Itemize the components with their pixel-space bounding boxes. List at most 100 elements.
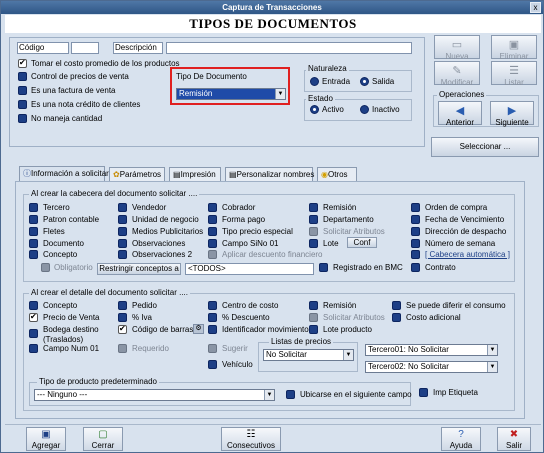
campo-sino-checkbox[interactable]	[208, 239, 217, 248]
entrada-radio[interactable]	[310, 77, 319, 86]
tipo-precio-checkbox[interactable]	[208, 227, 217, 236]
numero-semana-checkbox[interactable]	[411, 239, 420, 248]
descripcion-input[interactable]	[166, 42, 412, 54]
concepto-label: Concepto	[43, 250, 78, 259]
concepto-checkbox[interactable]	[29, 250, 38, 259]
window-close-button[interactable]: x	[530, 2, 541, 13]
consecutivos-button[interactable]: ☷ Consecutivos	[221, 427, 281, 451]
salir-button[interactable]: ✖ Salir	[497, 427, 531, 451]
contrato-checkbox[interactable]	[411, 263, 420, 272]
lote-label: Lote	[323, 239, 339, 248]
chevron-down-icon[interactable]: ▼	[275, 89, 285, 99]
contrato-label: Contrato	[425, 263, 456, 272]
remision-checkbox[interactable]	[309, 203, 318, 212]
precio-venta-checkbox[interactable]	[29, 312, 38, 322]
ubicarse-checkbox[interactable]	[286, 390, 295, 399]
tab-impresion[interactable]: ▤Impresión	[169, 167, 221, 181]
tomar-costo-checkbox[interactable]	[18, 58, 27, 68]
direccion-despacho-checkbox[interactable]	[411, 227, 420, 236]
cobrador-checkbox[interactable]	[208, 203, 217, 212]
no-cantidad-checkbox[interactable]	[18, 114, 27, 123]
solicitar-atributos-label: Solicitar Atributos	[323, 227, 385, 236]
tercero01-select[interactable]: Tercero01: No Solicitar ▼	[365, 344, 498, 356]
es-nota-checkbox[interactable]	[18, 100, 27, 109]
campo-num-checkbox[interactable]	[29, 344, 38, 353]
fecha-vencimiento-checkbox[interactable]	[411, 215, 420, 224]
conf-button[interactable]: Conf	[347, 237, 377, 248]
bodega-destino-checkbox[interactable]	[29, 329, 38, 338]
lote-producto-checkbox[interactable]	[309, 325, 318, 334]
tab-informacion[interactable]: ⓘInformación a solicitar	[19, 166, 109, 181]
diferir-consumo-checkbox[interactable]	[392, 301, 401, 310]
chevron-down-icon[interactable]: ▼	[487, 345, 497, 355]
patron-contable-checkbox[interactable]	[29, 215, 38, 224]
chevron-down-icon[interactable]: ▼	[343, 350, 353, 360]
registrado-bmc-checkbox[interactable]	[319, 263, 328, 272]
siguiente-button[interactable]: ▶ Siguiente	[490, 101, 534, 127]
det-remision-checkbox[interactable]	[309, 301, 318, 310]
det-concepto-checkbox[interactable]	[29, 301, 38, 310]
anterior-button[interactable]: ◀ Anterior	[438, 101, 482, 127]
tab-otros[interactable]: ◉Otros	[317, 167, 357, 181]
documento-checkbox[interactable]	[29, 239, 38, 248]
tercero02-select[interactable]: Tercero02: No Solicitar ▼	[365, 361, 498, 373]
tipo-documento-value: Remisión	[179, 89, 213, 98]
listas-precios-select[interactable]: No Solicitar ▼	[263, 349, 354, 361]
control-precios-checkbox[interactable]	[18, 72, 27, 81]
chevron-down-icon[interactable]: ▼	[487, 362, 497, 372]
imp-etiqueta-checkbox[interactable]	[419, 388, 428, 397]
forma-pago-checkbox[interactable]	[208, 215, 217, 224]
costo-adicional-checkbox[interactable]	[392, 313, 401, 322]
tipo-producto-select[interactable]: --- Ninguno --- ▼	[34, 389, 275, 401]
departamento-checkbox[interactable]	[309, 215, 318, 224]
iva-checkbox[interactable]	[118, 313, 127, 322]
pedido-checkbox[interactable]	[118, 301, 127, 310]
codigo-input[interactable]	[71, 42, 99, 54]
agregar-button[interactable]: ▣ Agregar	[26, 427, 66, 451]
cerrar-button[interactable]: ▢ Cerrar	[83, 427, 123, 451]
main-window: Captura de Transacciones x TIPOS DE DOCU…	[0, 0, 544, 453]
vendedor-checkbox[interactable]	[118, 203, 127, 212]
chevron-down-icon[interactable]: ▼	[264, 390, 274, 400]
listar-button[interactable]: ☰ Listar	[491, 61, 537, 87]
sugerir-checkbox[interactable]	[208, 344, 217, 353]
observaciones2-checkbox[interactable]	[118, 250, 127, 259]
seleccionar-button[interactable]: Seleccionar ...	[431, 137, 539, 157]
ayuda-button[interactable]: ? Ayuda	[441, 427, 481, 451]
restringir-input[interactable]: <TODOS>	[185, 263, 314, 275]
cabecera-automatica-checkbox[interactable]	[411, 250, 420, 259]
inactivo-radio[interactable]	[360, 105, 369, 114]
salida-radio[interactable]	[360, 77, 369, 86]
entrada-label: Entrada	[322, 77, 351, 86]
orden-compra-checkbox[interactable]	[411, 203, 420, 212]
vehiculo-checkbox[interactable]	[208, 360, 217, 369]
activo-radio[interactable]	[310, 105, 319, 114]
det-solicitar-atributos-checkbox[interactable]	[309, 313, 318, 322]
observaciones-checkbox[interactable]	[118, 239, 127, 248]
tab-parametros[interactable]: ✿Parámetros	[109, 167, 165, 181]
unidad-negocio-checkbox[interactable]	[118, 215, 127, 224]
detalle-title: Al crear el detalle del documento solici…	[29, 288, 190, 297]
fletes-checkbox[interactable]	[29, 227, 38, 236]
codigo-barras-checkbox[interactable]	[118, 324, 127, 334]
modificar-button[interactable]: ✎ Modificar	[434, 61, 480, 87]
lote-checkbox[interactable]	[309, 239, 318, 248]
tab-personalizar[interactable]: ▤Personalizar nombres	[225, 167, 314, 181]
obligatorio-checkbox[interactable]	[41, 263, 50, 272]
es-factura-checkbox[interactable]	[18, 86, 27, 95]
descuento-checkbox[interactable]	[208, 313, 217, 322]
restringir-button[interactable]: Restringir conceptos a	[97, 263, 181, 275]
aplicar-descuento-label: Aplicar descuento financiero	[222, 250, 323, 259]
medios-publicitarios-checkbox[interactable]	[118, 227, 127, 236]
identificador-checkbox[interactable]	[208, 325, 217, 334]
barcode-config-icon[interactable]: ⚙	[193, 324, 204, 334]
tercero-checkbox[interactable]	[29, 203, 38, 212]
aplicar-descuento-checkbox[interactable]	[208, 250, 217, 259]
centro-costo-checkbox[interactable]	[208, 301, 217, 310]
solicitar-atributos-checkbox[interactable]	[309, 227, 318, 236]
requerido-checkbox[interactable]	[118, 344, 127, 353]
document-icon: ▤	[173, 170, 181, 179]
nueva-button[interactable]: ▭ Nueva	[434, 35, 480, 61]
eliminar-button[interactable]: ▣ Eliminar	[491, 35, 537, 61]
tipo-documento-select[interactable]: Remisión ▼	[176, 88, 286, 100]
